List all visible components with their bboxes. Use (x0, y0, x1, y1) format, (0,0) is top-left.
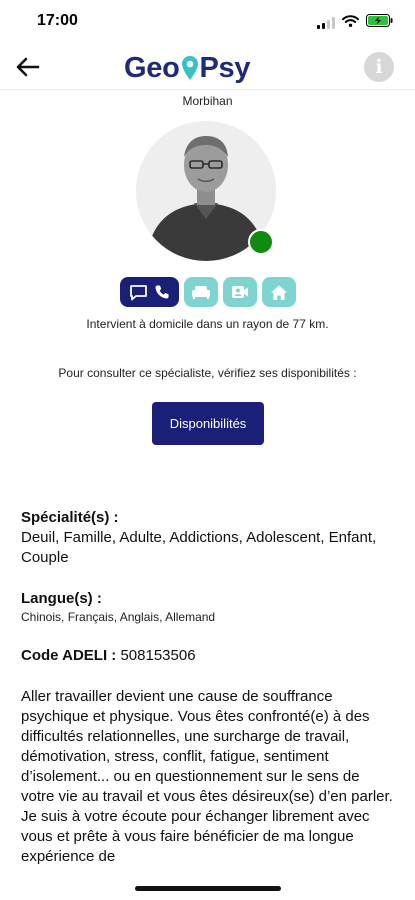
specialities-title: Spécialité(s) : (21, 509, 119, 526)
logo-text-left: Geo (124, 51, 180, 84)
video-icon (232, 286, 248, 298)
availability-button[interactable]: Disponibilités (152, 402, 264, 445)
online-status-indicator (248, 229, 274, 255)
practitioner-description: Aller travailler devient une cause de so… (21, 688, 393, 865)
battery-charging-icon (366, 14, 393, 32)
video-mode-button[interactable] (223, 277, 257, 307)
back-button[interactable] (14, 54, 42, 80)
home-mode-button[interactable] (262, 277, 296, 307)
sofa-icon (192, 286, 210, 299)
status-time: 17:00 (37, 12, 78, 29)
arrow-left-icon (16, 57, 40, 77)
adeli-label: Code ADELI : (21, 647, 117, 664)
region-label: Morbihan (182, 94, 233, 108)
screen: 17:00 Geo Psy i Morbihan Intervient à do… (0, 0, 415, 900)
adeli-code: Code ADELI : 508153506 (21, 647, 196, 664)
profile-photo-container (136, 121, 276, 261)
status-icons (317, 14, 393, 32)
home-indicator[interactable] (135, 886, 281, 891)
consultation-modes (120, 277, 296, 307)
chat-icon (130, 284, 147, 300)
geopsy-logo: Geo Psy (124, 48, 251, 88)
info-button[interactable]: i (364, 52, 394, 82)
adeli-value: 508153506 (120, 647, 196, 664)
languages-title: Langue(s) : (21, 590, 102, 607)
wifi-icon (342, 14, 359, 32)
specialities-list: Deuil, Famille, Adulte, Addictions, Adol… (21, 529, 377, 566)
home-icon (271, 285, 287, 300)
cellular-signal-icon (317, 17, 335, 29)
consult-instruction-text: Pour consulter ce spécialiste, vérifiez … (58, 366, 357, 380)
app-header: Geo Psy i (0, 44, 415, 90)
status-bar: 17:00 (0, 0, 415, 44)
languages-list: Chinois, Français, Anglais, Allemand (21, 610, 216, 624)
travel-radius-text: Intervient à domicile dans un rayon de 7… (86, 317, 329, 331)
chat-phone-mode-button[interactable] (120, 277, 179, 307)
map-pin-icon (181, 55, 199, 81)
phone-icon (155, 285, 169, 299)
cabinet-mode-button[interactable] (184, 277, 218, 307)
info-icon: i (375, 56, 383, 78)
logo-text-right: Psy (199, 51, 251, 84)
